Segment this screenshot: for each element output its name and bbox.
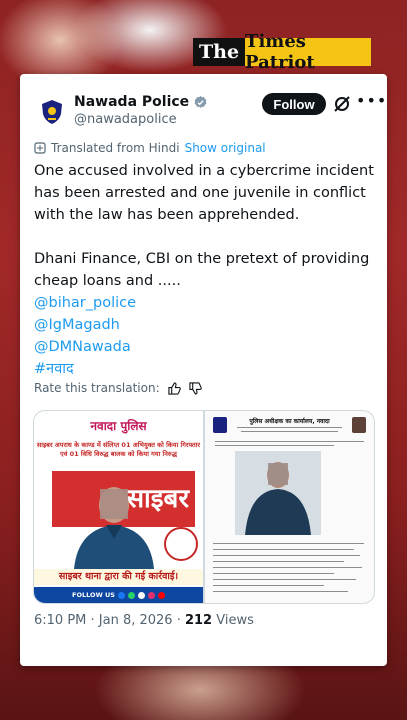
thumbs-down-icon[interactable] <box>188 381 202 395</box>
show-original-link[interactable]: Show original <box>185 141 266 155</box>
logo-name: Times Patriot <box>245 31 371 73</box>
rate-label: Rate this translation: <box>34 381 160 395</box>
facebook-icon <box>117 591 125 599</box>
view-count: 212 <box>184 613 213 628</box>
follow-button[interactable]: Follow <box>262 93 326 115</box>
display-name[interactable]: Nawada Police <box>74 94 208 110</box>
tweet-paragraph-2: Dhani Finance, CBI on the pretext of pro… <box>34 251 370 289</box>
media-image-2[interactable]: पुलिस अधीक्षक का कार्यालय, नवादा <box>205 411 374 603</box>
mention-bihar-police[interactable]: @bihar_police <box>34 292 376 314</box>
translated-label: Translated from Hindi <box>51 141 180 155</box>
hashtag-nawada[interactable]: #नवाद <box>34 358 376 380</box>
poster-footer: FOLLOW US <box>34 587 203 603</box>
logo-the: The <box>193 38 246 66</box>
document-header-text: पुलिस अधीक्षक का कार्यालय, नवादा <box>249 418 330 425</box>
media-image-1[interactable]: नवादा पुलिस साइबर अपराध के काण्ड में संल… <box>34 411 203 603</box>
instagram-icon <box>147 591 155 599</box>
poster-footer-text: FOLLOW US <box>72 591 115 599</box>
poster-caption: साइबर थाना द्वारा की गई कार्रवाई। <box>34 569 203 585</box>
emblem-left-icon <box>213 417 227 433</box>
verified-icon <box>194 95 207 108</box>
document-header: पुलिस अधीक्षक का कार्यालय, नवादा <box>211 415 368 439</box>
translation-notice: Translated from Hindi Show original <box>34 141 266 155</box>
rate-translation: Rate this translation: <box>34 381 202 395</box>
person-photo <box>74 487 154 569</box>
x-icon <box>137 591 145 599</box>
avatar[interactable] <box>34 94 70 130</box>
police-seal-icon <box>164 527 198 561</box>
mention-igmagadh[interactable]: @IgMagadh <box>34 314 376 336</box>
grok-icon[interactable] <box>332 94 352 114</box>
account-handle[interactable]: @nawadapolice <box>74 112 177 127</box>
tweet-meta: 6:10 PM · Jan 8, 2026 · 212 Views <box>34 613 254 628</box>
views-label: Views <box>212 613 254 628</box>
times-patriot-logo: The Times Patriot <box>193 31 371 73</box>
document-photo <box>235 451 321 535</box>
whatsapp-icon <box>127 591 135 599</box>
display-name-text: Nawada Police <box>74 94 190 110</box>
more-options-icon[interactable]: ••• <box>356 91 387 110</box>
media-gallery[interactable]: नवादा पुलिस साइबर अपराध के काण्ड में संल… <box>33 410 375 604</box>
tweet-text: One accused involved in a cybercrime inc… <box>34 160 376 380</box>
poster-title: नवादा पुलिस <box>90 419 147 433</box>
poster-headline: साइबर अपराध के काण्ड में संलिप्त 01 अभिय… <box>34 439 203 469</box>
tweet-card: Nawada Police @nawadapolice Follow ••• T… <box>20 74 387 666</box>
thumbs-up-icon[interactable] <box>167 381 181 395</box>
youtube-icon <box>157 591 165 599</box>
emblem-right-icon <box>352 417 366 433</box>
mention-dmnawada[interactable]: @DMNawada <box>34 336 376 358</box>
timestamp[interactable]: 6:10 PM · Jan 8, 2026 · <box>34 613 185 628</box>
tweet-paragraph-1: One accused involved in a cybercrime inc… <box>34 163 374 223</box>
translate-icon <box>34 142 46 154</box>
